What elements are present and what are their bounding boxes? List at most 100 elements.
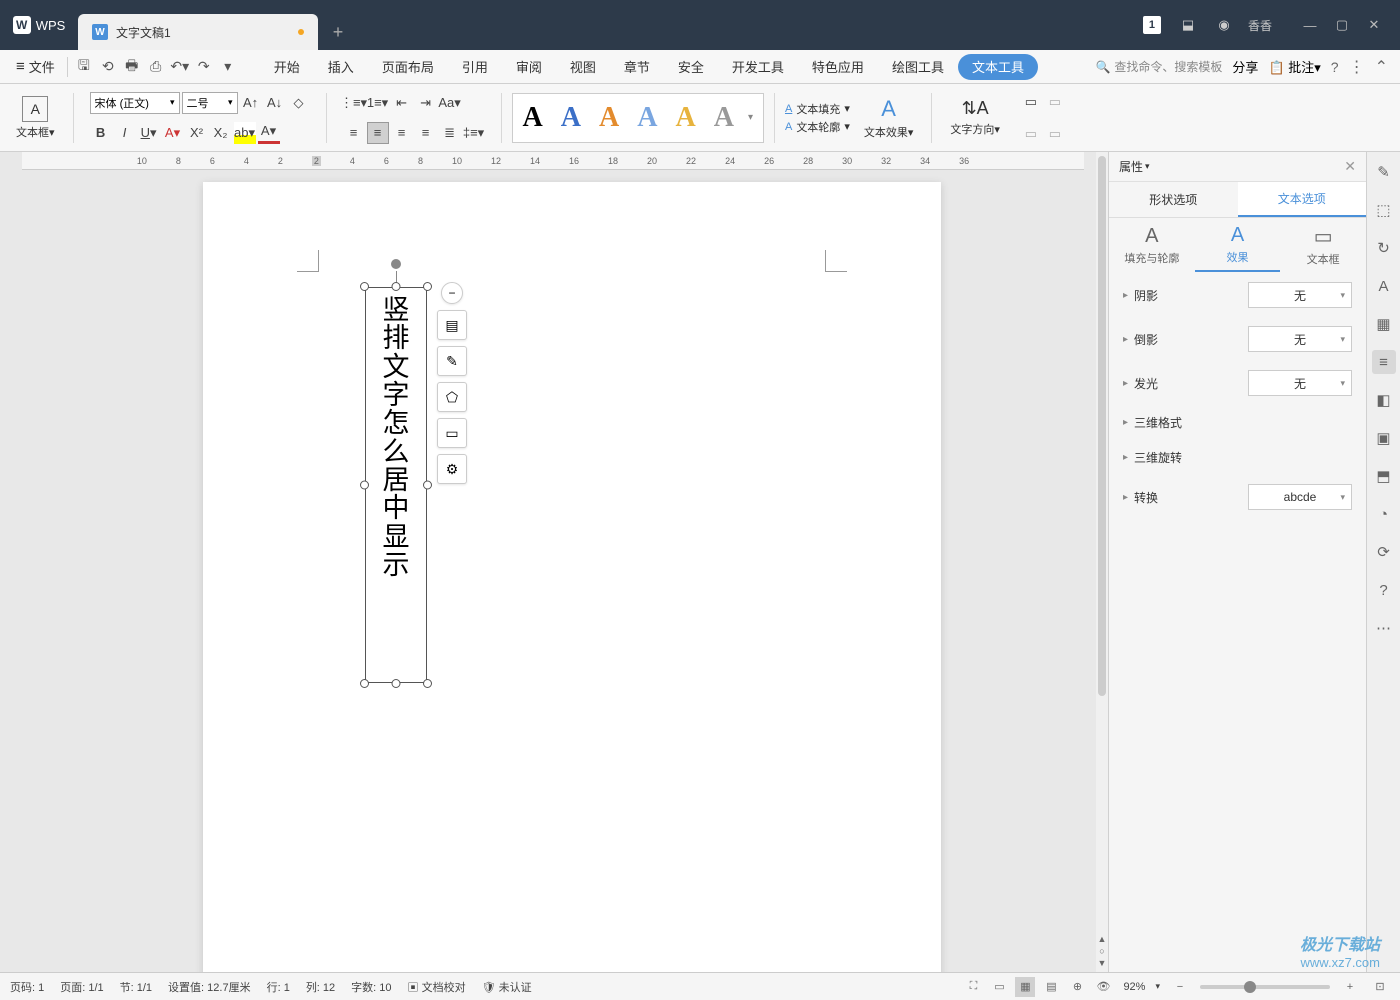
strike-icon[interactable]: A▾: [162, 122, 184, 144]
save-icon[interactable]: 🖫: [72, 55, 96, 79]
status-auth[interactable]: 🛡 未认证: [482, 979, 532, 995]
decrease-indent-icon[interactable]: ⇤: [391, 92, 413, 114]
panel-row-select[interactable]: 无: [1248, 370, 1352, 396]
next-textbox-icon[interactable]: ▭: [1044, 123, 1066, 145]
menu-tab-6[interactable]: 章节: [610, 50, 664, 84]
side-tool-8[interactable]: ⬒: [1372, 464, 1396, 488]
menu-tab-4[interactable]: 审阅: [502, 50, 556, 84]
view-mode-5[interactable]: 👁: [1093, 977, 1113, 997]
zoom-label[interactable]: 92%: [1123, 981, 1145, 993]
side-tool-10[interactable]: ⟳: [1372, 540, 1396, 564]
text-style-item[interactable]: A: [523, 102, 543, 134]
panel-row-select[interactable]: 无: [1248, 326, 1352, 352]
break-link-icon[interactable]: ▭: [1020, 123, 1042, 145]
superscript-icon[interactable]: X²: [186, 122, 208, 144]
menu-tab-1[interactable]: 插入: [314, 50, 368, 84]
panel-row-label[interactable]: ▸三维旋转: [1123, 449, 1182, 466]
resize-handle[interactable]: [392, 282, 401, 291]
annotate-button[interactable]: 📋 批注▾: [1268, 57, 1320, 76]
float-tool-4[interactable]: ▭: [437, 418, 467, 448]
status-section[interactable]: 节: 1/1: [120, 979, 152, 995]
zoom-in-icon[interactable]: +: [1340, 977, 1360, 997]
collapse-ribbon-icon[interactable]: ⌃: [1375, 57, 1388, 77]
more-menu-icon[interactable]: ⋮: [1349, 57, 1365, 77]
font-size-select[interactable]: 二号▾: [182, 92, 238, 114]
help-button[interactable]: ?: [1331, 59, 1339, 75]
command-search[interactable]: 🔍 查找命令、搜索模板: [1095, 58, 1222, 75]
side-tool-0[interactable]: ✎: [1372, 160, 1396, 184]
redo-icon[interactable]: ↷: [192, 55, 216, 79]
justify-icon[interactable]: ≡: [415, 122, 437, 144]
textbox-dropdown[interactable]: A 文本框▾: [8, 96, 63, 140]
text-style-item[interactable]: A: [599, 102, 619, 134]
panel-subtab-0[interactable]: A填充与轮廓: [1109, 218, 1195, 272]
case-icon[interactable]: Aa▾: [439, 92, 461, 114]
more-qat-icon[interactable]: ▾: [216, 55, 240, 79]
status-page[interactable]: 页面: 1/1: [60, 979, 103, 995]
vertical-text-content[interactable]: 竖排文字怎么居中显示: [374, 296, 418, 674]
view-mode-0[interactable]: ⛶: [963, 977, 983, 997]
line-spacing-icon[interactable]: ‡≡▾: [463, 122, 485, 144]
text-direction-button[interactable]: ⇅A 文字方向▾: [942, 98, 1008, 137]
bold-icon[interactable]: B: [90, 122, 112, 144]
view-mode-3[interactable]: ▤: [1041, 977, 1061, 997]
preview-icon[interactable]: ⎙: [144, 55, 168, 79]
menu-tab-2[interactable]: 页面布局: [368, 50, 448, 84]
distribute-icon[interactable]: ≣: [439, 122, 461, 144]
panel-tab-1[interactable]: 文本选项: [1238, 182, 1367, 217]
panel-row-label[interactable]: ▸三维格式: [1123, 414, 1182, 431]
subscript-icon[interactable]: X₂: [210, 122, 232, 144]
grow-font-icon[interactable]: A↑: [240, 92, 262, 114]
panel-row-select[interactable]: abcde: [1248, 484, 1352, 510]
text-outline-button[interactable]: A 文本轮廓▾: [785, 119, 850, 135]
scrollbar-thumb[interactable]: [1098, 156, 1106, 696]
side-tool-11[interactable]: ?: [1372, 578, 1396, 602]
fit-icon[interactable]: ⊡: [1370, 977, 1390, 997]
wps-home-button[interactable]: W WPS: [0, 0, 78, 50]
side-tool-9[interactable]: ◔: [1372, 502, 1396, 526]
maximize-button[interactable]: ▢: [1326, 9, 1358, 41]
page-down-icon[interactable]: ▼: [1098, 958, 1107, 968]
align-center-icon[interactable]: ≡: [367, 122, 389, 144]
view-mode-1[interactable]: ▭: [989, 977, 1009, 997]
menu-tab-0[interactable]: 开始: [260, 50, 314, 84]
document-page[interactable]: 竖排文字怎么居中显示 −▤✎⬠▭⚙: [203, 182, 941, 972]
status-words[interactable]: 字数: 10: [351, 979, 391, 995]
minimize-button[interactable]: —: [1294, 9, 1326, 41]
text-style-gallery[interactable]: AAAAAA ▾: [512, 93, 764, 143]
panel-close-icon[interactable]: ✕: [1344, 158, 1356, 175]
notification-badge[interactable]: 1: [1140, 13, 1164, 37]
panel-subtab-1[interactable]: A效果: [1195, 218, 1281, 272]
align-left-icon[interactable]: ≡: [343, 122, 365, 144]
menu-tab-8[interactable]: 开发工具: [718, 50, 798, 84]
prev-textbox-icon[interactable]: ▭: [1044, 91, 1066, 113]
italic-icon[interactable]: I: [114, 122, 136, 144]
float-tool-1[interactable]: ▤: [437, 310, 467, 340]
font-color-icon[interactable]: A▾: [258, 122, 280, 144]
text-style-item[interactable]: A: [637, 102, 657, 134]
view-mode-2[interactable]: ▦: [1015, 977, 1035, 997]
panel-row-label[interactable]: ▸阴影: [1123, 287, 1158, 304]
side-tool-12[interactable]: ⋯: [1372, 616, 1396, 640]
skin-icon[interactable]: ⬓: [1176, 13, 1200, 37]
resize-handle[interactable]: [423, 481, 432, 490]
status-page-no[interactable]: 页码: 1: [10, 979, 44, 995]
file-menu[interactable]: ≡ 文件: [8, 50, 63, 84]
shrink-font-icon[interactable]: A↓: [264, 92, 286, 114]
increase-indent-icon[interactable]: ⇥: [415, 92, 437, 114]
text-style-item[interactable]: A: [714, 102, 734, 134]
panel-row-select[interactable]: 无: [1248, 282, 1352, 308]
numbering-icon[interactable]: 1≡▾: [367, 92, 389, 114]
side-tool-5[interactable]: ≡: [1372, 350, 1396, 374]
float-tool-0[interactable]: −: [441, 282, 463, 304]
resize-handle[interactable]: [360, 679, 369, 688]
menu-tab-10[interactable]: 绘图工具: [878, 50, 958, 84]
side-tool-3[interactable]: A: [1372, 274, 1396, 298]
panel-row-label[interactable]: ▸发光: [1123, 375, 1158, 392]
vertical-scrollbar[interactable]: ▲ ○ ▼: [1096, 152, 1108, 972]
zoom-slider[interactable]: [1200, 985, 1330, 989]
align-right-icon[interactable]: ≡: [391, 122, 413, 144]
user-avatar-icon[interactable]: ◉: [1212, 13, 1236, 37]
zoom-out-icon[interactable]: −: [1170, 977, 1190, 997]
menu-tab-11[interactable]: 文本工具: [958, 54, 1038, 80]
